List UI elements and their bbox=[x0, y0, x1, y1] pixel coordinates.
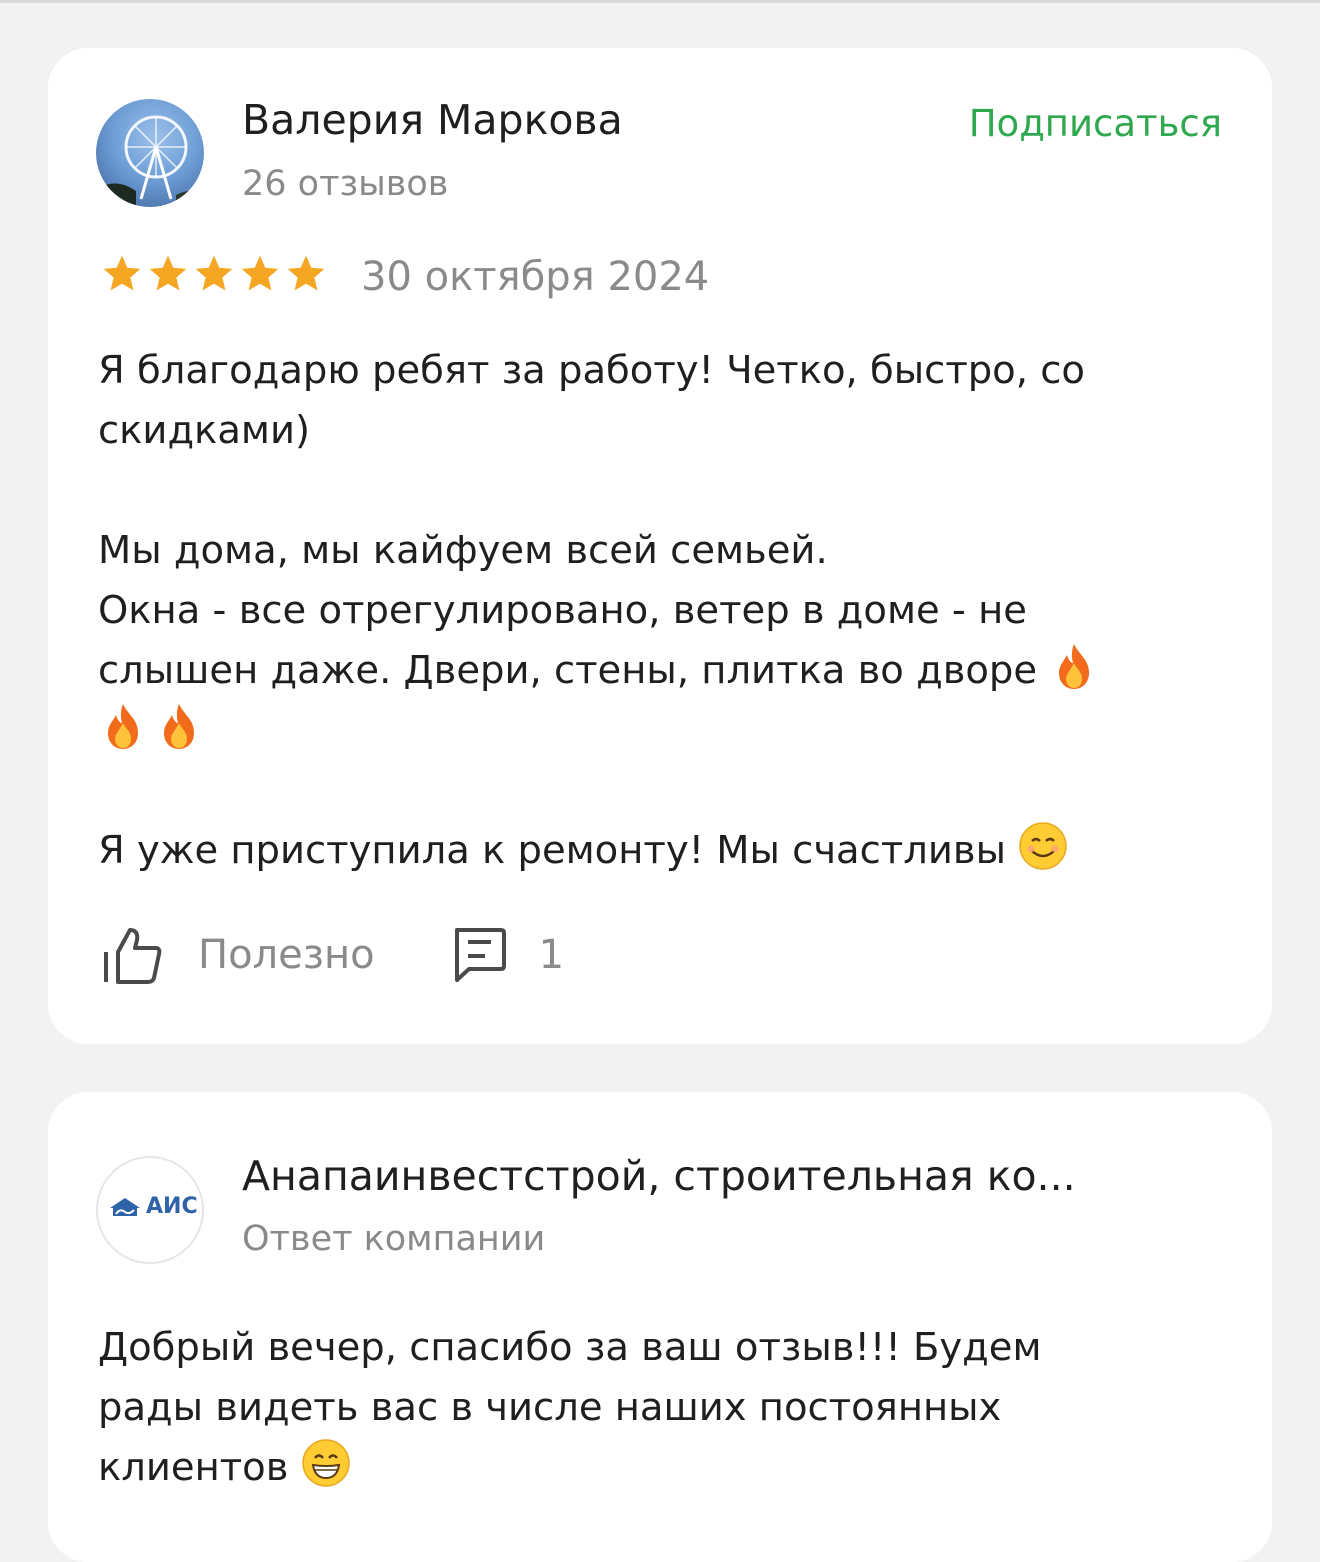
fire-emoji-icon bbox=[108, 704, 138, 749]
review-date: 30 октября 2024 bbox=[361, 254, 710, 300]
thumbs-up-icon bbox=[104, 928, 162, 984]
company-logo-text: АИС bbox=[146, 1194, 198, 1219]
review-text-line bbox=[98, 701, 204, 761]
company-reply-card: АИС Анапаинвестстрой, строительная ко...… bbox=[48, 1092, 1272, 1562]
review-text-line: Мы дома, мы кайфуем всей семьей. bbox=[98, 528, 828, 573]
star-icon bbox=[103, 255, 141, 291]
review-text-line: слышен даже. Двери, стены, плитка во дво… bbox=[98, 641, 1099, 701]
subscribe-button[interactable]: Подписаться bbox=[969, 102, 1222, 145]
grinning-face-emoji-icon bbox=[301, 1439, 350, 1487]
author-name[interactable]: Валерия Маркова bbox=[242, 96, 623, 144]
reply-text-line: рады видеть вас в числе наших постоянных bbox=[98, 1385, 1002, 1430]
comments-button[interactable]: 1 bbox=[451, 926, 564, 984]
star-icon bbox=[149, 255, 187, 291]
top-divider bbox=[0, 0, 1320, 3]
company-name[interactable]: Анапаинвестстрой, строительная ко... bbox=[242, 1152, 1076, 1200]
reply-subtitle: Ответ компании bbox=[242, 1219, 546, 1259]
reply-text-line: клиентов bbox=[98, 1438, 351, 1498]
review-text-line: Окна - все отрегулировано, ветер в доме … bbox=[98, 588, 1027, 633]
star-icon bbox=[241, 255, 279, 291]
company-logo: АИС bbox=[108, 1194, 198, 1219]
review-text-line: скидками) bbox=[98, 408, 310, 453]
author-avatar[interactable] bbox=[96, 99, 204, 207]
review-text-line: Я уже приступила к ремонту! Мы счастливы bbox=[98, 821, 1068, 881]
reply-text-segment: клиентов bbox=[98, 1445, 289, 1490]
review-actions: Полезно 1 bbox=[102, 924, 564, 986]
wave-house-icon bbox=[110, 1197, 140, 1216]
author-reviews-count: 26 отзывов bbox=[242, 164, 449, 204]
useful-button[interactable]: Полезно bbox=[102, 924, 375, 986]
review-text-line: Я благодарю ребят за работу! Четко, быст… bbox=[98, 348, 1085, 393]
ferris-wheel-icon bbox=[96, 115, 204, 207]
review-card: Валерия Маркова 26 отзывов Подписаться 3… bbox=[48, 48, 1272, 1044]
review-text-segment: слышен даже. Двери, стены, плитка во дво… bbox=[98, 648, 1038, 693]
fire-emoji-icon bbox=[1059, 644, 1090, 689]
rating-stars bbox=[100, 252, 328, 296]
comments-count: 1 bbox=[538, 932, 565, 978]
review-text-segment: Я уже приступила к ремонту! Мы счастливы bbox=[98, 828, 1006, 873]
star-icon bbox=[287, 255, 325, 291]
star-icon bbox=[195, 255, 233, 291]
reply-text-line: Добрый вечер, спасибо за ваш отзыв!!! Бу… bbox=[98, 1325, 1042, 1370]
useful-label: Полезно bbox=[198, 932, 375, 978]
fire-emoji-icon bbox=[164, 704, 194, 749]
smiling-face-emoji-icon bbox=[1019, 822, 1067, 870]
company-avatar[interactable]: АИС bbox=[96, 1156, 204, 1264]
comment-icon bbox=[454, 928, 506, 982]
